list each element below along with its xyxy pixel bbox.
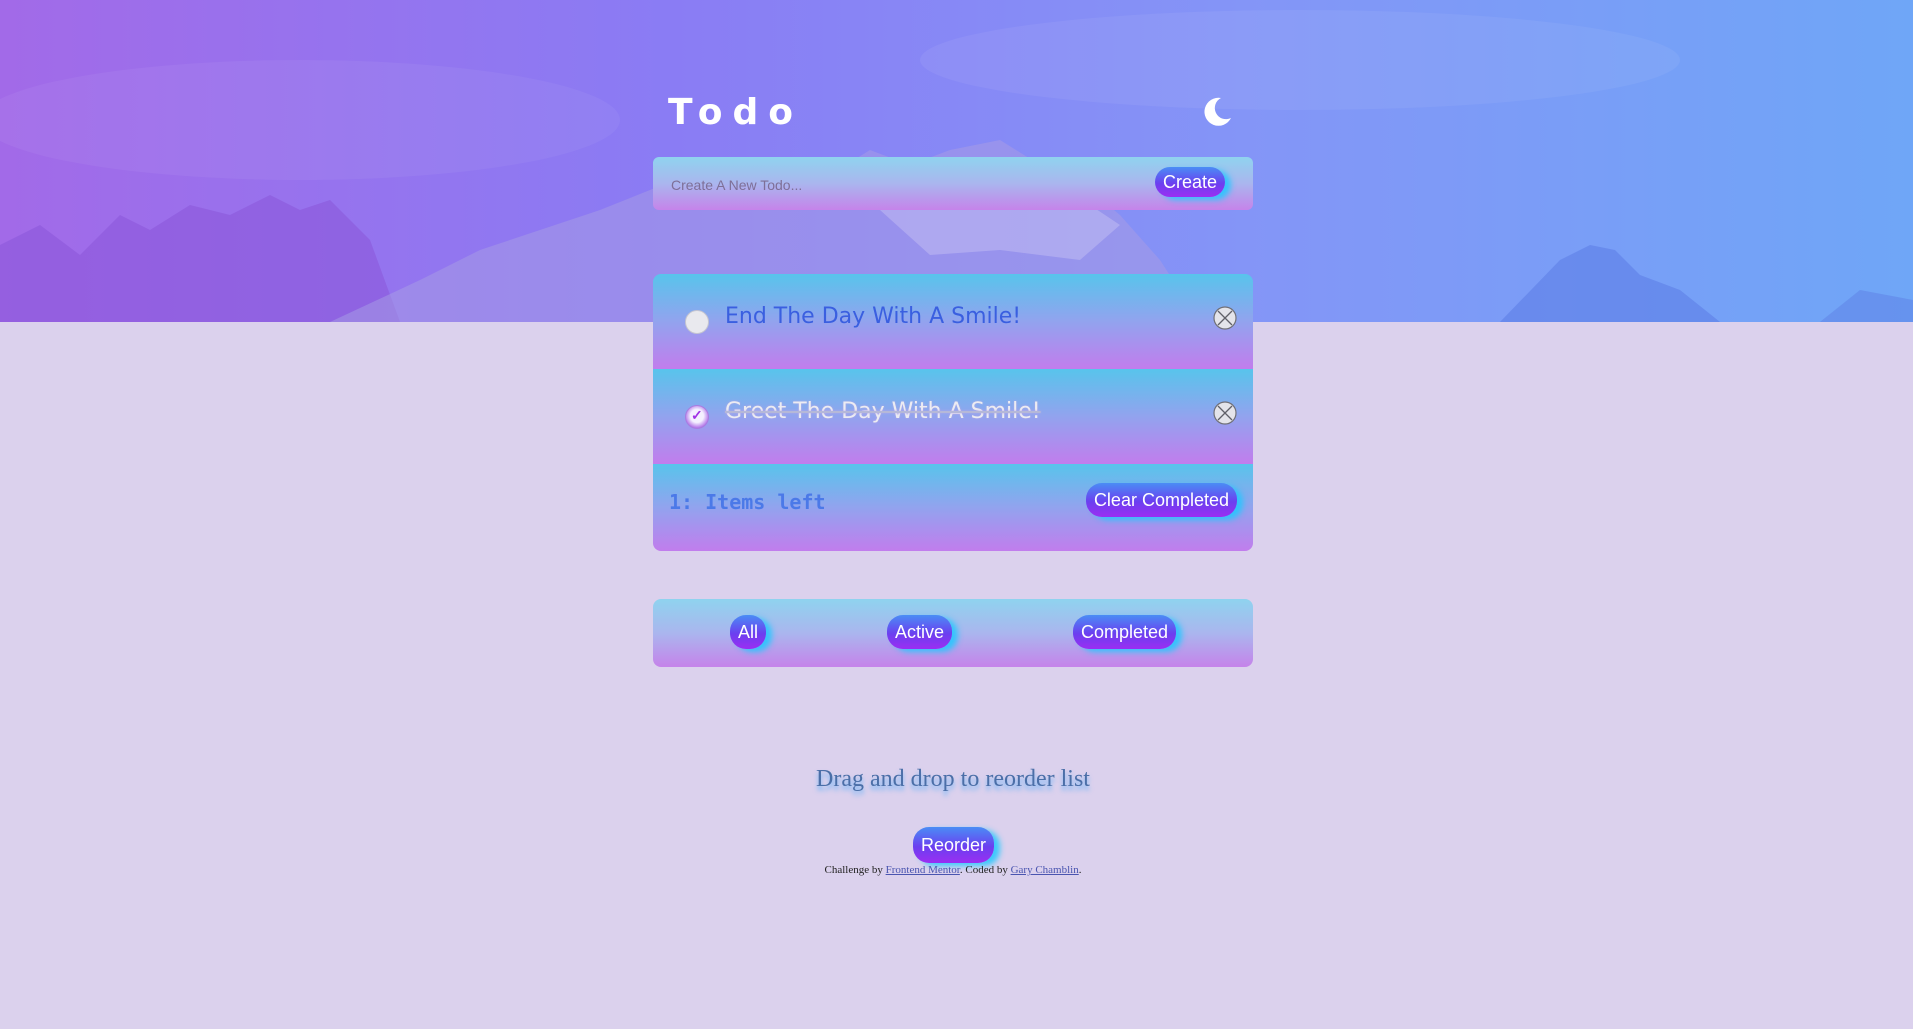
- complete-checkbox[interactable]: [685, 310, 709, 334]
- filter-completed-button[interactable]: Completed: [1073, 615, 1177, 649]
- list-footer: 1: Items left Clear Completed: [653, 464, 1253, 551]
- moon-icon[interactable]: [1199, 94, 1235, 130]
- frontend-mentor-link[interactable]: Frontend Mentor: [886, 864, 960, 876]
- filter-active-button[interactable]: Active: [887, 615, 953, 649]
- attribution-suffix: .: [1078, 864, 1082, 876]
- todo-item[interactable]: End The Day With A Smile!: [653, 274, 1253, 369]
- attribution-prefix: Challenge by: [824, 864, 883, 876]
- check-icon: ✓: [691, 407, 703, 423]
- todo-item[interactable]: ✓ Greet The Day With A Smile!: [653, 369, 1253, 464]
- todo-list: End The Day With A Smile! ✓ Greet The Da…: [653, 274, 1253, 551]
- close-circle-icon[interactable]: [1213, 401, 1237, 425]
- items-left-count: 1: Items left: [669, 490, 826, 514]
- attribution-middle: . Coded by: [959, 864, 1008, 876]
- close-circle-icon[interactable]: [1213, 306, 1237, 330]
- create-todo-input[interactable]: [669, 169, 1133, 201]
- author-link[interactable]: Gary Chamblin: [1011, 864, 1079, 876]
- filter-bar: All Active Completed: [653, 599, 1253, 667]
- attribution: Challenge by Frontend Mentor. Coded by G…: [653, 864, 1253, 876]
- complete-checkbox[interactable]: ✓: [685, 405, 709, 429]
- create-button[interactable]: Create: [1154, 167, 1225, 197]
- app-title: Todo: [668, 92, 804, 133]
- app-header: Todo: [653, 92, 1253, 142]
- clear-completed-button[interactable]: Clear Completed: [1085, 483, 1237, 517]
- reorder-button[interactable]: Reorder: [913, 827, 995, 863]
- create-todo-bar: Create: [653, 157, 1253, 210]
- todo-text: End The Day With A Smile!: [725, 304, 1022, 329]
- todo-text: Greet The Day With A Smile!: [725, 399, 1041, 424]
- filter-all-button[interactable]: All: [730, 615, 767, 649]
- reorder-hint: Drag and drop to reorder list: [816, 766, 1090, 792]
